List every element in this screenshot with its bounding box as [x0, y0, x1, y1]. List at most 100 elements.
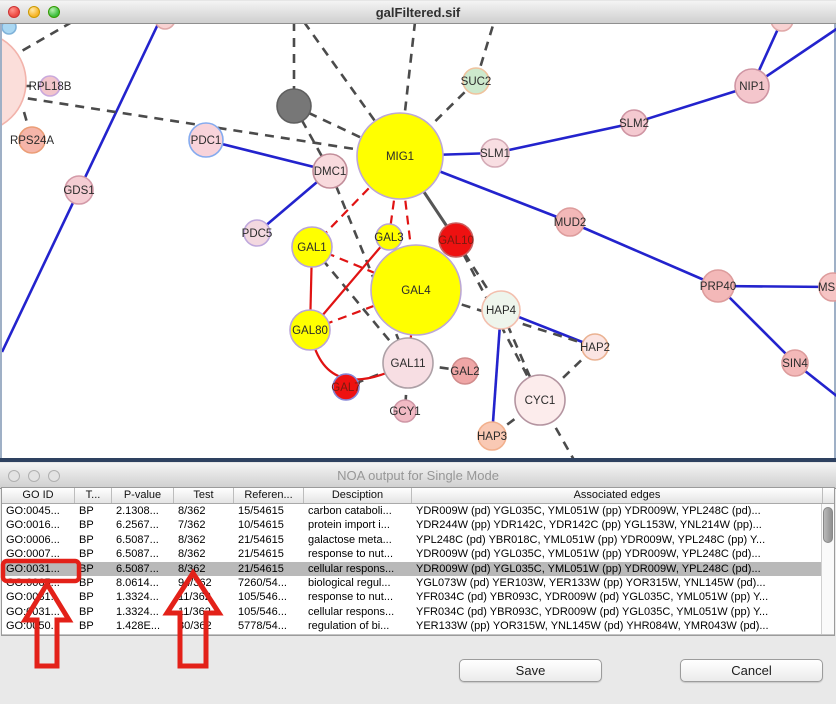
network-window-title: galFiltered.sif: [0, 5, 836, 20]
vertical-scrollbar[interactable]: [821, 504, 834, 634]
table-header-row: GO IDT...P-valueTestReferen...Desciption…: [2, 488, 834, 504]
cancel-button[interactable]: Cancel: [680, 659, 823, 682]
cell-type: BP: [75, 533, 112, 547]
zoom-icon[interactable]: [48, 470, 60, 482]
column-header-test[interactable]: Test: [174, 488, 234, 503]
node-label: GAL10: [438, 235, 474, 247]
noa-window-title: NOA output for Single Mode: [0, 468, 836, 483]
cell-type: BP: [75, 590, 112, 604]
scrollbar-thumb[interactable]: [823, 507, 833, 543]
table-row[interactable]: GO:0031...BP6.5087...8/36221/54615cellul…: [2, 562, 834, 576]
cell-test: 8/362: [174, 533, 234, 547]
node-label: SLM1: [480, 148, 510, 160]
cell-test: 94/362: [174, 576, 234, 590]
cell-associated_edges: YFR034C (pd) YBR093C, YDR009W (pd) YGL03…: [412, 605, 823, 619]
cell-associated_edges: YDR009W (pd) YGL035C, YML051W (pp) YDR00…: [412, 547, 823, 561]
node-label: RPL18B: [29, 81, 72, 93]
cell-reference: 105/546...: [234, 605, 304, 619]
cell-p_value: 6.5087...: [112, 533, 174, 547]
table-row[interactable]: GO:0016...BP6.2567...7/36210/54615protei…: [2, 518, 834, 532]
node-label: HAP2: [580, 342, 610, 354]
node-label: GAL11: [391, 358, 426, 370]
node-label: HAP3: [477, 431, 507, 443]
minimize-icon[interactable]: [28, 6, 40, 18]
column-header-description[interactable]: Desciption: [304, 488, 412, 503]
cell-p_value: 2.1308...: [112, 504, 174, 518]
cell-description: biological regul...: [304, 576, 412, 590]
edge-pp[interactable]: [634, 86, 752, 123]
node-label: GCY1: [389, 406, 420, 418]
edge-pd[interactable]: [20, 22, 72, 52]
noa-titlebar[interactable]: NOA output for Single Mode: [0, 462, 836, 489]
cell-test: 7/362: [174, 518, 234, 532]
cell-reference: 10/54615: [234, 518, 304, 532]
column-header-go_id[interactable]: GO ID: [2, 488, 75, 503]
minimize-icon[interactable]: [28, 470, 40, 482]
node-label: GAL7: [331, 382, 360, 394]
column-header-p_value[interactable]: P-value: [112, 488, 174, 503]
node-label: SIN4: [782, 358, 808, 370]
node-gray[interactable]: [277, 89, 311, 123]
column-header-associated_edges[interactable]: Associated edges: [412, 488, 823, 503]
cell-description: regulation of bi...: [304, 619, 412, 633]
cell-p_value: 1.428E...: [112, 619, 174, 633]
table-row[interactable]: GO:0050...BP1.428E...80/3625778/54...reg…: [2, 619, 834, 633]
node-label: SUC2: [461, 76, 492, 88]
cell-go_id: GO:0065...: [2, 576, 75, 590]
node-label: MSL5: [818, 282, 836, 294]
cell-description: carbon cataboli...: [304, 504, 412, 518]
save-button[interactable]: Save: [459, 659, 602, 682]
close-icon[interactable]: [8, 6, 20, 18]
table-row[interactable]: GO:0031...BP1.3324...11/362105/546...cel…: [2, 605, 834, 619]
cell-type: BP: [75, 547, 112, 561]
cell-type: BP: [75, 518, 112, 532]
cell-associated_edges: YFR034C (pd) YBR093C, YDR009W (pd) YGL03…: [412, 590, 823, 604]
cell-description: protein import i...: [304, 518, 412, 532]
network-graph: RPL18BRPS24AGDS1PDC1MIG1DMC1SUC2SLM1SLM2…: [2, 22, 836, 458]
cell-p_value: 6.5087...: [112, 547, 174, 561]
network-titlebar[interactable]: galFiltered.sif: [0, 0, 836, 24]
cell-go_id: GO:0006...: [2, 533, 75, 547]
cell-associated_edges: YER133W (pp) YOR315W, YNL145W (pd) YHR08…: [412, 619, 823, 633]
cell-reference: 105/546...: [234, 590, 304, 604]
node-label: NIP1: [739, 81, 765, 93]
cell-go_id: GO:0050...: [2, 619, 75, 633]
cell-p_value: 6.2567...: [112, 518, 174, 532]
cell-reference: 21/54615: [234, 547, 304, 561]
node-bigleft[interactable]: [2, 32, 26, 132]
cell-p_value: 6.5087...: [112, 562, 174, 576]
cell-type: BP: [75, 504, 112, 518]
edge-pp[interactable]: [570, 222, 718, 286]
column-header-reference[interactable]: Referen...: [234, 488, 304, 503]
cell-associated_edges: YDR009W (pd) YGL035C, YML051W (pp) YDR00…: [412, 562, 823, 576]
cell-test: 11/362: [174, 590, 234, 604]
node-label: GAL4: [401, 285, 431, 297]
cell-p_value: 8.0614...: [112, 576, 174, 590]
network-canvas[interactable]: RPL18BRPS24AGDS1PDC1MIG1DMC1SUC2SLM1SLM2…: [0, 22, 836, 458]
close-icon[interactable]: [8, 470, 20, 482]
node-label: PDC1: [191, 135, 222, 147]
node-label: SLM2: [619, 118, 649, 130]
cell-go_id: GO:0031...: [2, 605, 75, 619]
cell-test: 80/362: [174, 619, 234, 633]
cell-type: BP: [75, 605, 112, 619]
cell-type: BP: [75, 619, 112, 633]
cell-type: BP: [75, 576, 112, 590]
column-header-type[interactable]: T...: [75, 488, 112, 503]
edge-pp[interactable]: [495, 123, 634, 153]
table-row[interactable]: GO:0031...BP1.3324...11/362105/546...res…: [2, 590, 834, 604]
table-row[interactable]: GO:0045...BP2.1308...8/36215/54615carbon…: [2, 504, 834, 518]
zoom-icon[interactable]: [48, 6, 60, 18]
node-label: CYC1: [525, 395, 556, 407]
table-row[interactable]: GO:0007...BP6.5087...8/36221/54615respon…: [2, 547, 834, 561]
table-row[interactable]: GO:0065...BP8.0614...94/3627260/54...bio…: [2, 576, 834, 590]
cell-reference: 7260/54...: [234, 576, 304, 590]
cell-description: cellular respons...: [304, 605, 412, 619]
table-footer-divider: [2, 634, 834, 635]
cell-description: response to nut...: [304, 547, 412, 561]
node-label: GAL2: [450, 366, 479, 378]
table-row[interactable]: GO:0006...BP6.5087...8/36221/54615galact…: [2, 533, 834, 547]
node-label: PRP40: [700, 281, 736, 293]
node-label: RPS24A: [10, 135, 54, 147]
edge-pp[interactable]: [206, 140, 330, 171]
